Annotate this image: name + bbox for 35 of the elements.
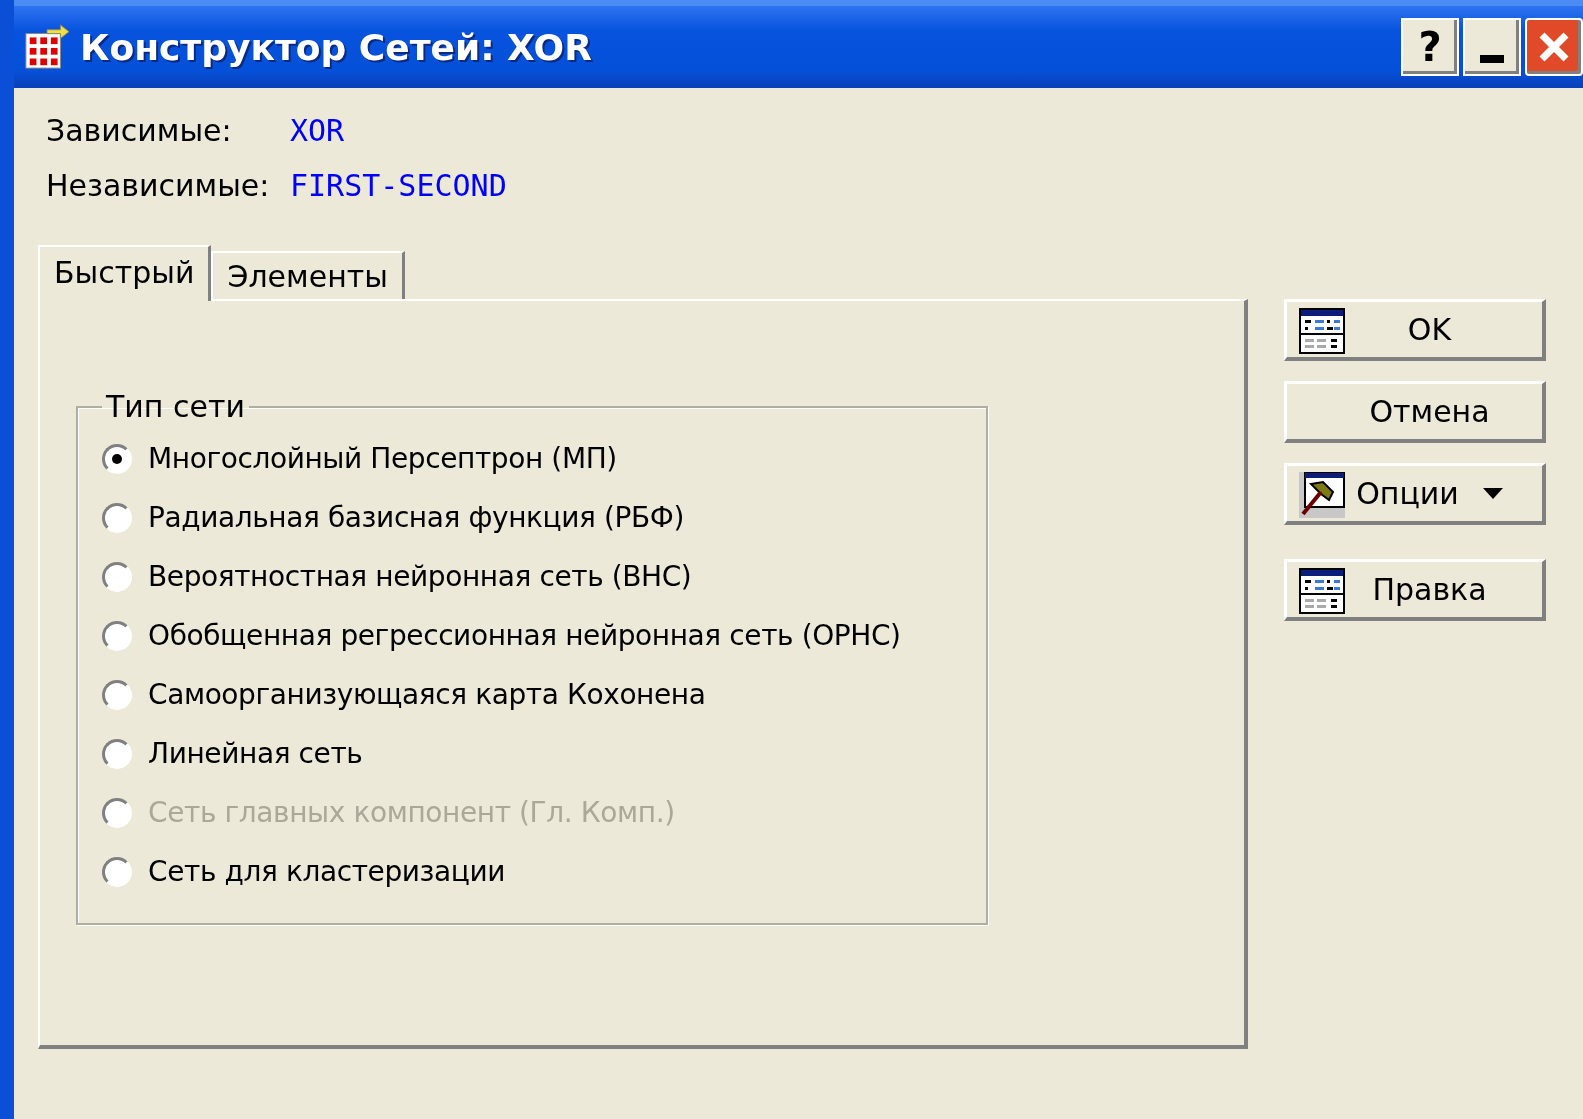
table-icon [1299,568,1345,614]
radio-option[interactable]: Самоорганизующаяся карта Кохонена [102,678,962,711]
tab[interactable]: Быстрый [38,245,212,301]
radio-option[interactable]: Вероятностная нейронная сеть (ВНС) [102,560,962,593]
radio-button[interactable] [102,561,132,592]
field-value: XOR [290,113,345,148]
radio-button[interactable] [102,738,132,769]
minimize-icon [1480,55,1504,63]
radio-option[interactable]: Многослойный Персептрон (МП) [102,442,962,475]
radio-option[interactable]: Обобщенная регрессионная нейронная сеть (ОРНС) [102,619,962,652]
radio-button[interactable] [102,443,132,474]
field-label: Независимые: [46,168,271,203]
caret-icon [1482,487,1503,500]
field-label: Зависимые: [46,113,233,148]
dialog-button[interactable]: OK [1284,299,1546,361]
options-button[interactable]: Опции [1284,463,1546,525]
radio-button[interactable] [102,679,132,710]
radio-button[interactable] [102,620,132,651]
window-title: Конструктор Сетей: XOR [80,26,593,68]
field-value: FIRST-SECOND [290,168,507,203]
close-button[interactable] [1525,18,1583,76]
radio-option[interactable]: Радиальная базисная функция (РБФ) [102,501,962,534]
grid-arrow-icon [24,24,70,70]
radio-button[interactable] [102,502,132,533]
group-title: Тип сети [105,389,246,424]
minimize-button[interactable] [1463,18,1521,76]
table-icon [1299,308,1345,354]
hammer-icon [1299,472,1345,518]
radio-option[interactable]: Линейная сеть [102,737,962,770]
dialog-button[interactable]: Отмена [1284,381,1546,443]
radio-button[interactable] [102,856,132,887]
tab[interactable]: Элементы [211,251,405,299]
dialog-button[interactable]: Правка [1284,559,1546,621]
help-button[interactable]: ? [1401,18,1459,76]
radio-option[interactable]: Сеть для кластеризации [102,855,962,888]
